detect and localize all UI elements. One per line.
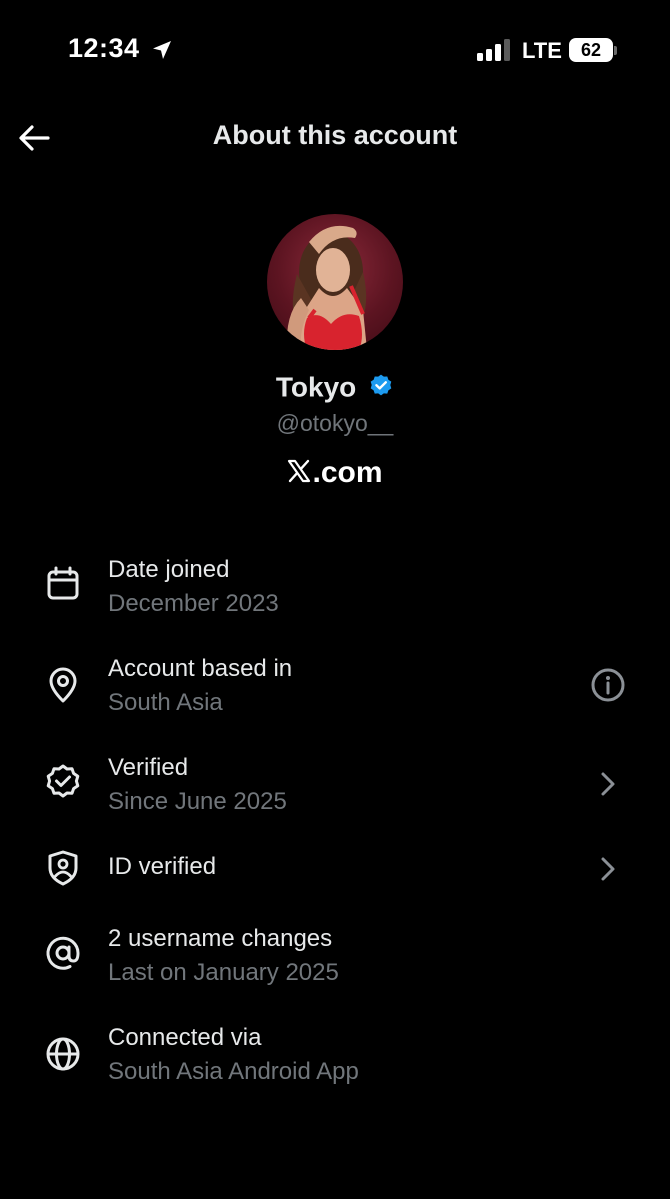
connected-site[interactable]: .com: [0, 456, 670, 490]
at-sign-icon: [46, 936, 80, 970]
signal-strength-icon: [477, 39, 510, 61]
row-subtitle: South Asia: [108, 689, 223, 716]
row-title: 2 username changes: [108, 925, 333, 952]
info-row-verified[interactable]: Verified Since June 2025: [0, 746, 670, 845]
row-title: Connected via: [108, 1024, 262, 1051]
profile-name: Tokyo: [275, 371, 357, 403]
verified-badge-icon: [46, 764, 80, 798]
page-title: About this account: [212, 120, 458, 150]
avatar[interactable]: [267, 214, 403, 350]
network-type: LTE: [522, 38, 562, 63]
connected-site-domain: .com: [312, 456, 383, 489]
id-shield-icon: [48, 850, 78, 886]
chevron-right-icon[interactable]: [590, 766, 626, 802]
avatar-image: [286, 225, 367, 350]
globe-icon: [46, 1037, 80, 1071]
calendar-icon: [47, 566, 79, 600]
info-row-account-based-in: Account based in South Asia: [0, 647, 670, 746]
x-logo-icon: [288, 459, 311, 483]
info-row-connected-via: Connected via South Asia Android App: [0, 1016, 670, 1115]
row-title: ID verified: [108, 853, 217, 880]
row-title: Account based in: [108, 655, 293, 682]
account-info-list: Date joined December 2023 Account based …: [0, 548, 670, 1115]
status-time: 12:34: [68, 33, 140, 63]
row-subtitle: South Asia Android App: [108, 1058, 359, 1085]
row-subtitle: Last on January 2025: [108, 959, 339, 986]
location-pin-icon: [49, 667, 77, 703]
battery-icon: 62: [569, 38, 613, 62]
row-subtitle: December 2023: [108, 590, 279, 617]
info-row-username-changes: 2 username changes Last on January 2025: [0, 917, 670, 1016]
info-row-id-verified[interactable]: ID verified: [0, 845, 670, 917]
row-title: Date joined: [108, 556, 230, 583]
status-bar: 12:34 LTE 62: [0, 0, 670, 100]
battery-tip: [614, 46, 617, 55]
profile-name-row: Tokyo: [0, 370, 670, 404]
row-title: Verified: [108, 754, 189, 781]
profile-handle: @otokyo__: [276, 410, 394, 436]
row-subtitle: Since June 2025: [108, 788, 287, 815]
battery-level: 62: [580, 40, 602, 60]
info-icon[interactable]: [590, 667, 626, 703]
verified-badge-icon[interactable]: [368, 373, 394, 399]
chevron-right-icon[interactable]: [590, 851, 626, 887]
location-arrow-icon: [153, 41, 171, 59]
info-row-date-joined: Date joined December 2023: [0, 548, 670, 647]
